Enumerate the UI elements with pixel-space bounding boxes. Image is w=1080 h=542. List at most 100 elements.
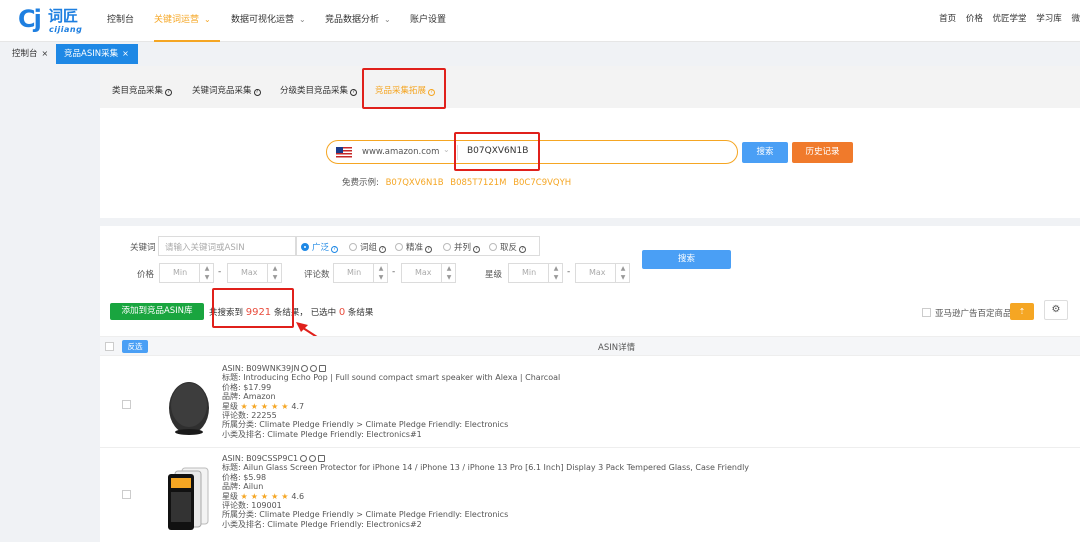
stepper-down-icon[interactable]: ▼ [618, 273, 628, 282]
price-max-input[interactable]: Max ▲ ▼ [227, 263, 282, 283]
search-button[interactable]: 搜索 [742, 142, 788, 163]
history-button[interactable]: 历史记录 [792, 142, 853, 163]
subtab-tiered-category[interactable]: 分级类目竞品采集? [280, 84, 358, 96]
search-icon[interactable] [309, 455, 317, 462]
product-price: 价格: $5.98 [222, 472, 267, 482]
invert-selection-button[interactable]: 反选 [122, 340, 148, 353]
radio-exact[interactable]: 精准? [395, 241, 433, 253]
stepper-down-icon[interactable]: ▼ [202, 273, 212, 282]
row-checkbox[interactable] [122, 400, 131, 409]
nav-competitor[interactable]: 竞品数据分析 ⌄ [325, 0, 391, 42]
subtab-label: 类目竞品采集 [112, 86, 164, 96]
tab-label: 竞品ASIN采集 [64, 49, 119, 59]
copy-icon[interactable] [318, 455, 326, 462]
upload-icon: ⇡ [1018, 307, 1026, 316]
stepper[interactable]: ▲ ▼ [373, 264, 387, 282]
help-icon: ? [425, 246, 433, 253]
example-link[interactable]: B0C7C9VQYH [513, 178, 571, 188]
link-library[interactable]: 学习库 [1036, 14, 1062, 24]
rating-max-input[interactable]: Max ▲ ▼ [575, 263, 630, 283]
subtab-label: 分级类目竞品采集 [280, 86, 349, 96]
stepper-down-icon[interactable]: ▼ [551, 273, 561, 282]
table-row: ASIN: B09CSSP9C1 标题: Ailun Glass Screen … [100, 450, 1080, 538]
reviews-min-input[interactable]: Min ▲ ▼ [333, 263, 388, 283]
stepper-up-icon[interactable]: ▲ [376, 264, 386, 273]
nav-label: 关键词运营 [154, 15, 200, 25]
checkbox[interactable] [922, 308, 931, 317]
close-icon[interactable]: × [42, 49, 49, 58]
link-home[interactable]: 首页 [939, 14, 956, 24]
rating-label: 星级 [222, 401, 238, 411]
site-select[interactable]: www.amazon.com [362, 147, 439, 157]
tab-dashboard[interactable]: 控制台 × [6, 44, 54, 64]
radio-exclude[interactable]: 取反? [489, 241, 527, 253]
radio-parallel[interactable]: 并列? [443, 241, 481, 253]
stepper-up-icon[interactable]: ▲ [444, 264, 454, 273]
example-link[interactable]: B085T7121M [450, 178, 506, 188]
link-more[interactable]: 微 [1071, 14, 1080, 24]
stepper-up-icon[interactable]: ▲ [270, 264, 280, 273]
stepper[interactable]: ▲ ▼ [441, 264, 455, 282]
stepper[interactable]: ▲ ▼ [199, 264, 213, 282]
stepper[interactable]: ▲ ▼ [615, 264, 629, 282]
highlight-box [362, 68, 446, 109]
tab-asin-collect[interactable]: 竞品ASIN采集 × [56, 44, 138, 64]
radio-broad[interactable]: 广泛? [301, 241, 339, 253]
help-icon: ? [350, 89, 358, 96]
logo-subtext: cijiang [49, 25, 83, 34]
table-row: ASIN: B09WNK39JN 标题: Introducing Echo Po… [100, 360, 1080, 448]
table-header: 反选 ASIN详情 [100, 336, 1080, 356]
stepper-down-icon[interactable]: ▼ [270, 273, 280, 282]
stepper[interactable]: ▲ ▼ [548, 264, 562, 282]
copy-icon[interactable] [319, 365, 327, 372]
example-link[interactable]: B07QXV6N1B [386, 178, 444, 188]
match-mode-group: 广泛? 词组? 精准? 并列? 取反? [296, 236, 540, 256]
ad-filter-checkbox[interactable]: 亚马逊广告百定商品 [922, 307, 1012, 319]
link-academy[interactable]: 优匠学堂 [993, 14, 1027, 24]
price-min-input[interactable]: Min ▲ ▼ [159, 263, 214, 283]
radio-phrase[interactable]: 词组? [349, 241, 387, 253]
search-icon[interactable] [310, 365, 318, 372]
rating-min-input[interactable]: Min ▲ ▼ [508, 263, 563, 283]
subtab-category[interactable]: 类目竞品采集? [112, 84, 173, 96]
filter-search-button[interactable]: 搜索 [642, 250, 731, 269]
stepper-down-icon[interactable]: ▼ [444, 273, 454, 282]
product-image[interactable] [164, 462, 214, 532]
stepper-up-icon[interactable]: ▲ [202, 264, 212, 273]
product-image[interactable] [164, 372, 214, 442]
logo-mark: Cj [18, 5, 42, 33]
upload-button[interactable]: ⇡ [1010, 303, 1034, 320]
stepper-up-icon[interactable]: ▲ [618, 264, 628, 273]
reviews-max-input[interactable]: Max ▲ ▼ [401, 263, 456, 283]
rating-label: 星级 [222, 491, 238, 501]
help-icon: ? [519, 246, 527, 253]
logo[interactable]: Cj 词匠 cijiang [18, 6, 86, 36]
add-to-asin-library-button[interactable]: 添加到竞品ASIN库 [110, 303, 204, 320]
help-icon: ? [331, 246, 339, 253]
stepper-up-icon[interactable]: ▲ [551, 264, 561, 273]
amazon-icon[interactable] [300, 455, 308, 462]
radio-dot [349, 243, 357, 251]
nav-data-viz[interactable]: 数据可视化运营 ⌄ [231, 0, 306, 42]
us-flag-icon [336, 147, 352, 158]
amazon-icon[interactable] [301, 365, 309, 372]
keyword-input[interactable]: 请输入关键词或ASIN [158, 236, 296, 256]
select-all-checkbox[interactable] [105, 342, 114, 351]
stepper-down-icon[interactable]: ▼ [376, 273, 386, 282]
row-checkbox[interactable] [122, 490, 131, 499]
radio-label: 广泛 [312, 243, 330, 253]
link-pricing[interactable]: 价格 [966, 14, 983, 24]
nav-dashboard[interactable]: 控制台 [107, 0, 134, 42]
range-dash: - [218, 267, 222, 277]
nav-keyword-ops[interactable]: 关键词运营 ⌄ [154, 0, 220, 42]
product-title: 标题: Introducing Echo Pop | Full sound co… [222, 373, 561, 383]
radio-dot [489, 243, 497, 251]
close-icon[interactable]: × [122, 49, 129, 58]
subtab-keyword[interactable]: 关键词竞品采集? [192, 84, 261, 96]
nav-account[interactable]: 账户设置 [410, 0, 446, 42]
free-examples: 免费示例: B07QXV6N1B B085T7121M B0C7C9VQYH [342, 176, 571, 188]
settings-button[interactable]: ⚙ [1044, 300, 1068, 320]
product-asin: ASIN: B09WNK39JN [222, 364, 300, 373]
top-right-links: 首页 价格 优匠学堂 学习库 微 [932, 0, 1080, 38]
stepper[interactable]: ▲ ▼ [267, 264, 281, 282]
